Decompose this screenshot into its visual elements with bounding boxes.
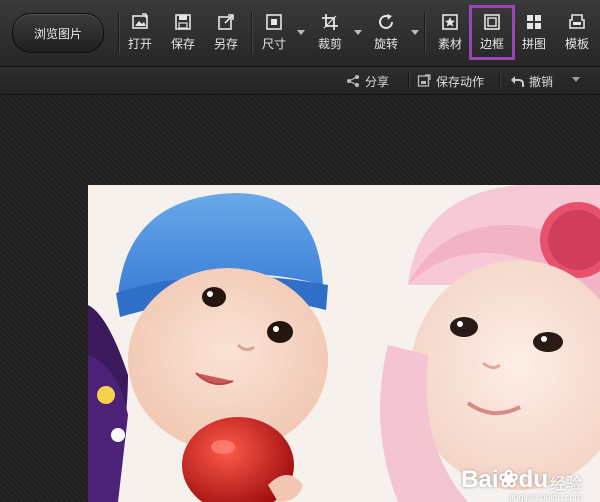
save-as-label: 另存 (213, 37, 238, 51)
save-action-icon (417, 74, 431, 87)
secondary-toolbar: 分享 保存动作 撤销 (0, 67, 600, 95)
resize-icon (264, 12, 284, 32)
save-button[interactable]: 保存 (165, 8, 201, 58)
save-as-button[interactable]: 另存 (208, 8, 244, 58)
babies-photo (88, 185, 600, 502)
toolbar-separator (118, 12, 119, 54)
subbar-separator (408, 73, 409, 89)
watermark-brand-suffix: du (518, 466, 548, 493)
browse-images-button[interactable]: 浏览图片 (12, 13, 104, 53)
crop-label: 裁剪 (317, 37, 342, 51)
photo-preview[interactable]: Bai ❀ du 经验 jingyan.baidu.com (88, 185, 600, 502)
rotate-label: 旋转 (373, 37, 398, 51)
resize-dropdown-icon[interactable] (297, 30, 305, 35)
watermark-url: jingyan.baidu.com (509, 492, 582, 502)
watermark-text: 经验 (549, 476, 582, 493)
materials-button[interactable]: 素材 (432, 8, 468, 58)
watermark-brand: Bai (461, 466, 499, 493)
subbar-separator (499, 73, 500, 89)
collage-label: 拼图 (521, 37, 546, 51)
save-icon (173, 12, 193, 32)
share-label: 分享 (365, 74, 390, 89)
undo-icon (511, 76, 524, 87)
collage-icon (524, 12, 544, 32)
crop-icon (320, 12, 340, 32)
main-toolbar: 浏览图片 打开 保存 另存 尺寸 裁剪 旋转 素材 边框 拼图 模板 (0, 0, 600, 67)
sticker-icon (440, 12, 460, 32)
collage-button[interactable]: 拼图 (516, 8, 552, 58)
template-icon (567, 12, 587, 32)
template-button[interactable]: 模板 (559, 8, 595, 58)
rotate-button[interactable]: 旋转 (368, 8, 404, 58)
open-image-icon (130, 12, 150, 32)
toolbar-separator (424, 12, 425, 54)
baidu-watermark: Bai ❀ du 经验 jingyan.baidu.com (461, 465, 582, 502)
border-highlight-box (469, 5, 515, 60)
save-label: 保存 (170, 37, 195, 51)
template-label: 模板 (564, 37, 589, 51)
open-button[interactable]: 打开 (122, 8, 158, 58)
undo-dropdown-icon[interactable] (572, 77, 580, 82)
crop-button[interactable]: 裁剪 (312, 8, 348, 58)
resize-button[interactable]: 尺寸 (256, 8, 292, 58)
save-action-button[interactable]: 保存动作 (417, 71, 484, 91)
materials-label: 素材 (437, 37, 462, 51)
undo-label: 撤销 (529, 74, 554, 89)
undo-button[interactable]: 撤销 (510, 71, 553, 91)
share-icon (347, 75, 359, 87)
open-label: 打开 (127, 37, 152, 51)
crop-dropdown-icon[interactable] (354, 30, 362, 35)
share-button[interactable]: 分享 (346, 71, 389, 91)
rotate-icon (376, 12, 396, 32)
save-action-label: 保存动作 (436, 74, 485, 89)
rotate-dropdown-icon[interactable] (411, 30, 419, 35)
save-as-icon (216, 12, 236, 32)
toolbar-separator (251, 12, 252, 54)
resize-label: 尺寸 (261, 37, 286, 51)
paw-icon: ❀ (498, 466, 519, 493)
